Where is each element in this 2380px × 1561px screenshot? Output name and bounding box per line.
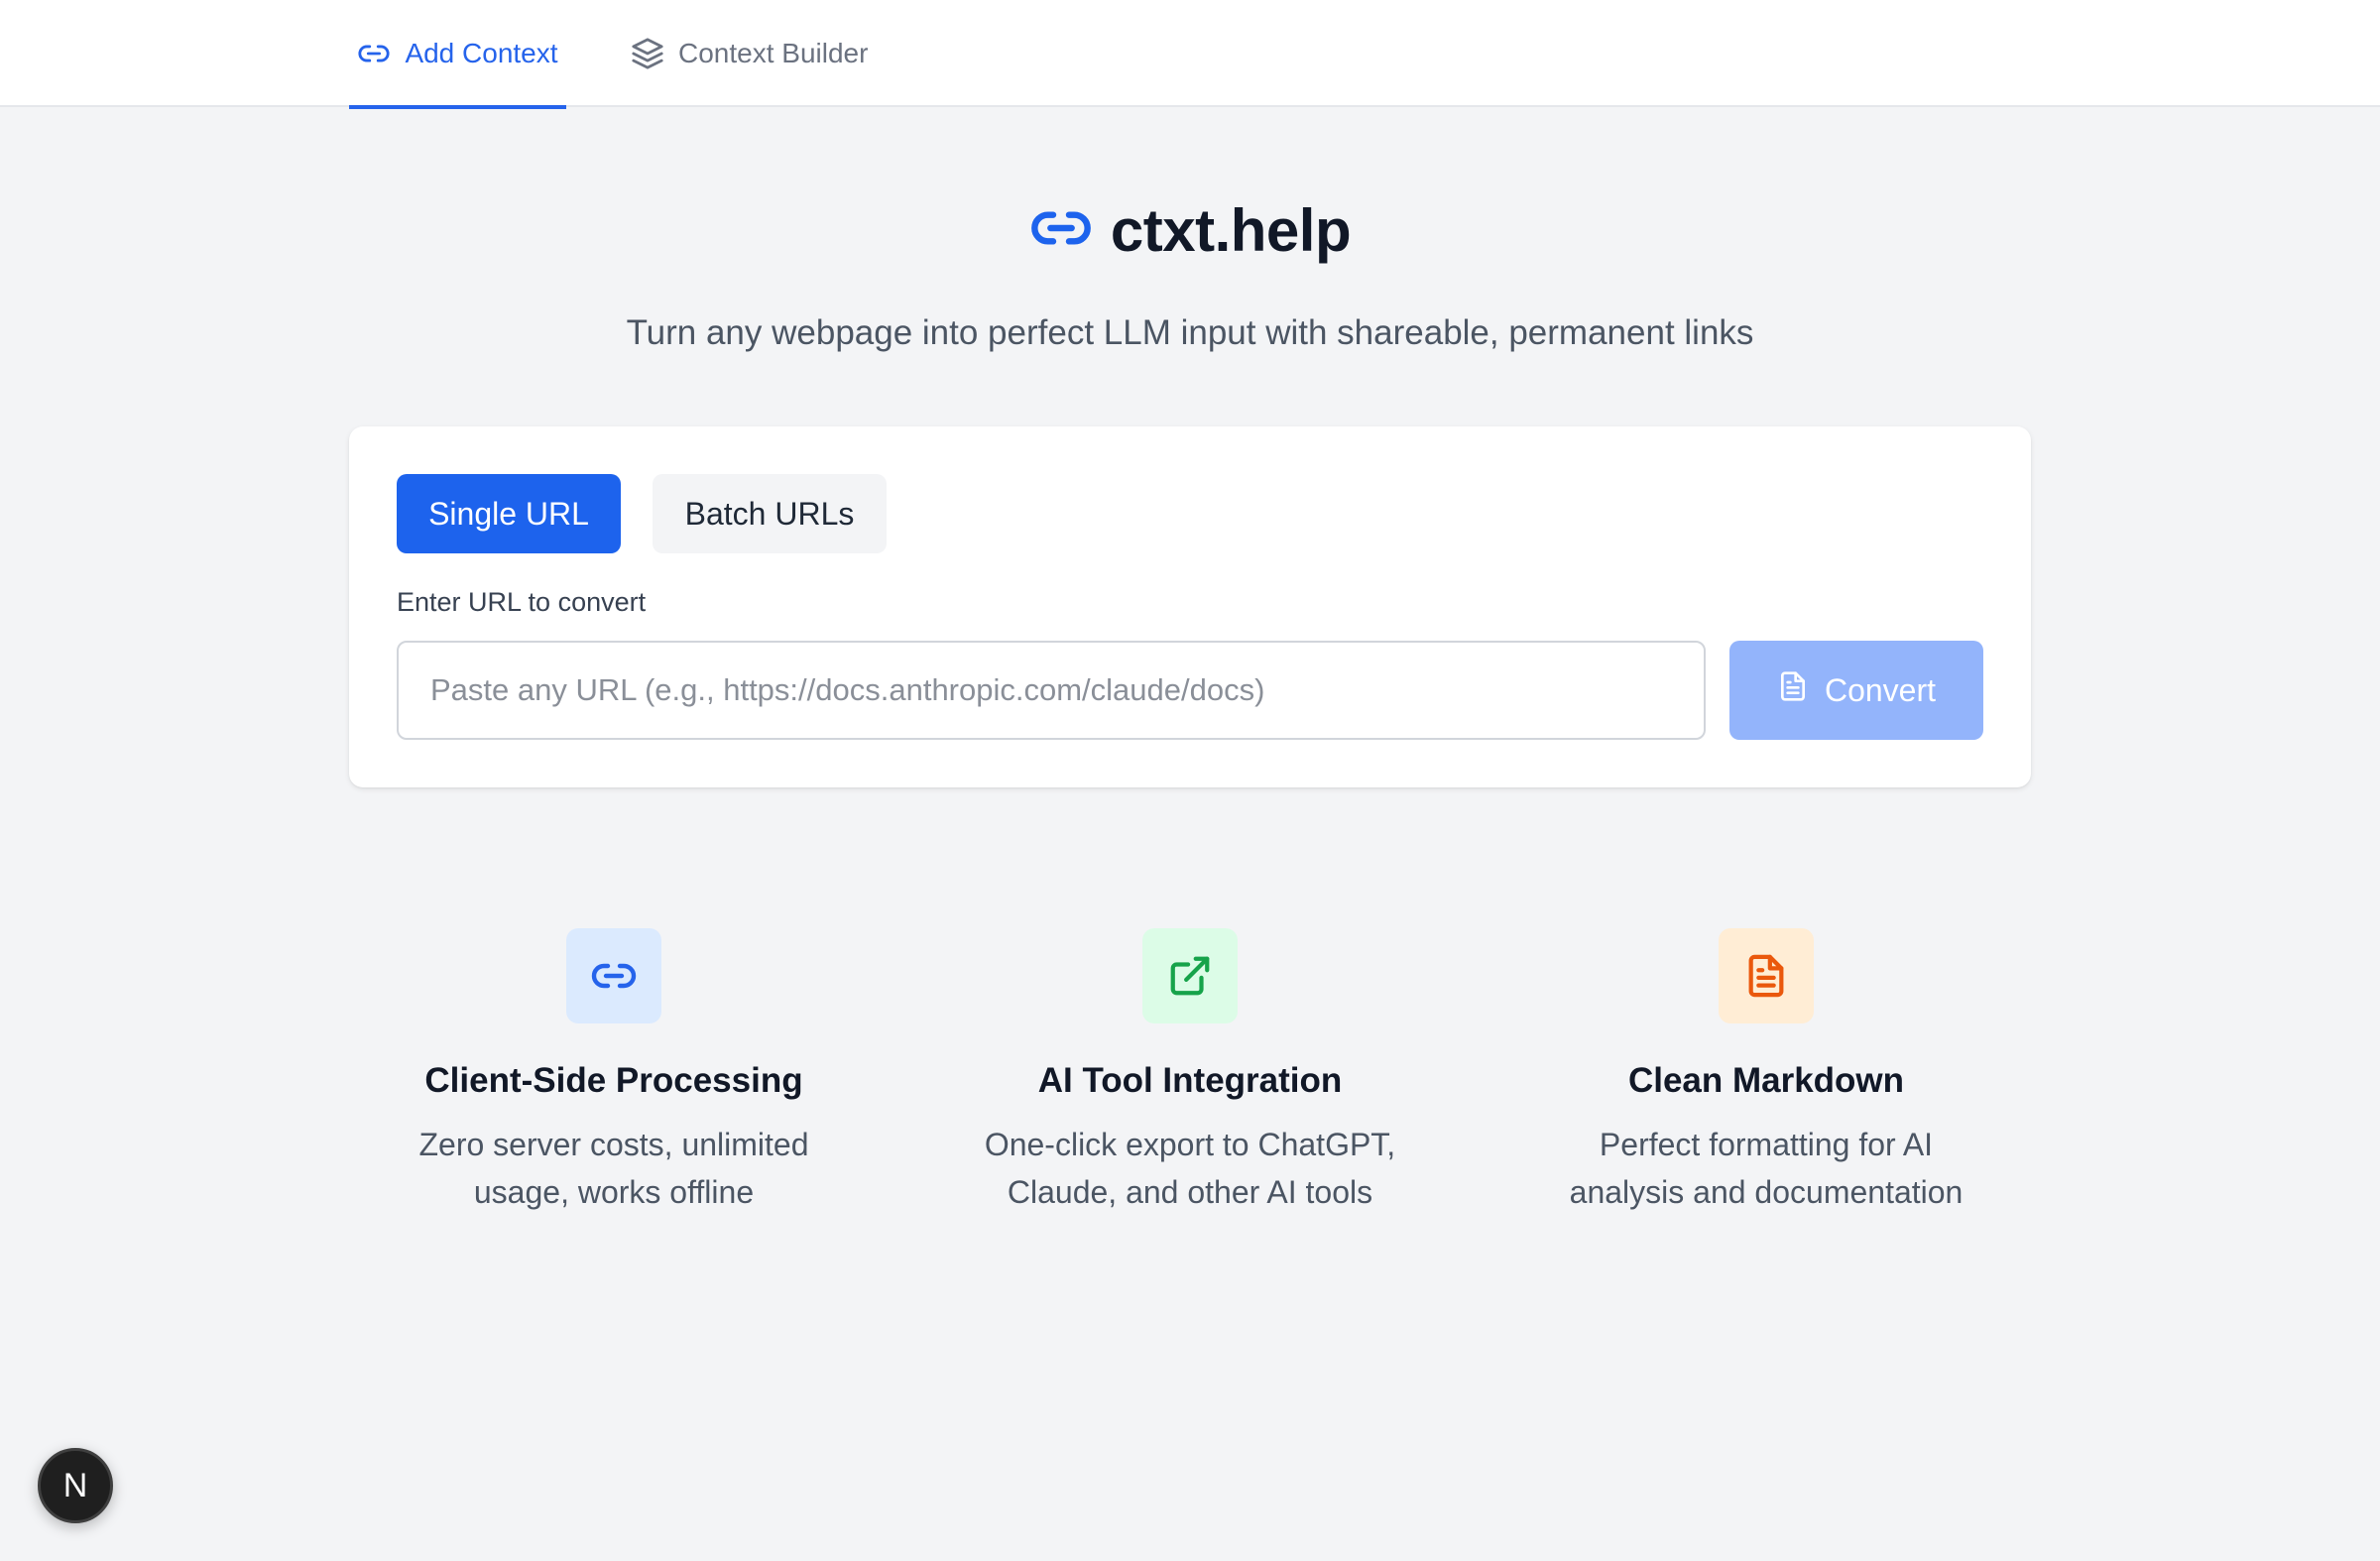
tab-label: Add Context bbox=[405, 38, 558, 68]
feature-description: Perfect formatting for AI analysis and d… bbox=[1569, 1127, 1964, 1210]
document-icon bbox=[1719, 928, 1814, 1023]
feature-title: AI Tool Integration bbox=[1037, 1061, 1343, 1100]
page-subtitle: Turn any webpage into perfect LLM input … bbox=[626, 313, 1754, 352]
url-input-label: Enter URL to convert bbox=[397, 587, 647, 617]
page-title: ctxt.help bbox=[0, 196, 2380, 265]
layers-icon bbox=[631, 37, 664, 70]
feature-title: Clean Markdown bbox=[1627, 1061, 1905, 1100]
tab-label: Context Builder bbox=[678, 38, 869, 68]
feature-title: Client-Side Processing bbox=[424, 1061, 803, 1100]
feature-description: Zero server costs, unlimited usage, work… bbox=[418, 1127, 809, 1210]
external-link-icon bbox=[1142, 928, 1238, 1023]
feature-ai-integration: AI Tool Integration One-click export to … bbox=[972, 928, 1408, 1216]
n-logo-icon: N bbox=[62, 1466, 88, 1504]
document-icon bbox=[1777, 670, 1809, 710]
feature-clean-markdown: Clean Markdown Perfect formatting for AI… bbox=[1548, 928, 1984, 1216]
convert-label: Convert bbox=[1824, 671, 1937, 708]
batch-urls-button[interactable]: Batch URLs bbox=[653, 474, 887, 553]
single-url-button[interactable]: Single URL bbox=[397, 474, 621, 553]
converter-card: Single URL Batch URLs Enter URL to conve… bbox=[349, 426, 2031, 787]
tab-add-context[interactable]: Add Context bbox=[349, 0, 566, 109]
link-icon bbox=[357, 37, 391, 70]
top-nav: Add Context Context Builder bbox=[0, 0, 2380, 109]
feature-client-side: Client-Side Processing Zero server costs… bbox=[396, 928, 832, 1216]
link-icon bbox=[1029, 196, 1093, 265]
url-input[interactable] bbox=[397, 641, 1706, 740]
tab-context-builder[interactable]: Context Builder bbox=[631, 0, 868, 107]
convert-button[interactable]: Convert bbox=[1729, 641, 1983, 740]
feature-description: One-click export to ChatGPT, Claude, and… bbox=[984, 1127, 1396, 1210]
nextjs-badge-button[interactable]: N bbox=[38, 1448, 113, 1523]
link-icon bbox=[566, 928, 661, 1023]
brand-name: ctxt.help bbox=[1110, 197, 1352, 264]
